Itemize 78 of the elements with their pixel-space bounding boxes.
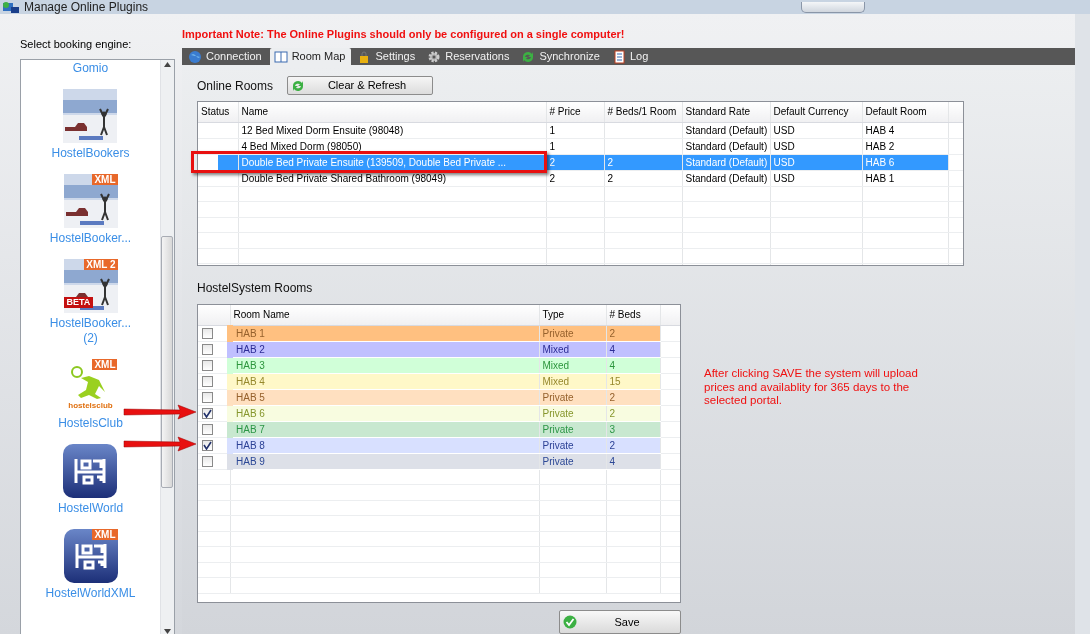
bed-icon [63, 528, 118, 583]
engine-label[interactable]: Gomio [72, 60, 109, 76]
window-title: Manage Online Plugins [24, 0, 149, 14]
scroll-up-icon[interactable] [164, 61, 171, 67]
table-cell: USD [770, 170, 862, 186]
sync-icon [291, 78, 306, 93]
checkbox[interactable] [202, 359, 213, 371]
info-text: After clicking SAVE the system will upload prices and availablity for 365 days to the selected portal. [704, 367, 919, 408]
check-icon [203, 440, 212, 450]
checkbox[interactable] [202, 455, 213, 467]
checkbox[interactable] [202, 407, 213, 419]
warning-text: Important Note: The Online Plugins should only be configured on a single computer! [182, 27, 626, 42]
beta-badge: BETA [63, 296, 94, 308]
table-cell: 2 [604, 170, 682, 186]
table-cell: 1 [546, 122, 604, 138]
tab[interactable]: Connection [184, 48, 268, 65]
table-cell: 12 Bed Mixed Dorm Ensuite (98048) [238, 122, 546, 138]
tab[interactable]: Settings [353, 48, 422, 65]
table-cell: HAB 2 [862, 138, 948, 154]
column-header: Default Room [862, 102, 948, 122]
engine-label[interactable]: HostelBooker... [49, 230, 132, 246]
table-cell: 2 [546, 170, 604, 186]
column-header: Name [238, 102, 546, 122]
xml-badge: XML [92, 528, 118, 540]
column-header: Status [198, 102, 238, 122]
table-cell: Double Bed Private Shared Bathroom (98049) [238, 170, 546, 186]
table-cell: USD [770, 122, 862, 138]
sync-icon [521, 49, 536, 64]
engine-label[interactable]: HostelWorldXML [45, 585, 136, 601]
save-button[interactable]: Save [559, 610, 681, 634]
engine-label[interactable]: HostelBookers [51, 145, 130, 161]
table-cell: HAB 1 [862, 170, 948, 186]
tab[interactable]: Log [607, 48, 655, 65]
column-header: Standard Rate [682, 102, 770, 122]
column-header: # Beds [606, 305, 660, 325]
engine-label[interactable]: HostelBooker... [49, 315, 132, 331]
tab[interactable]: Synchronize [517, 48, 606, 65]
engine-label[interactable]: HostelsClub [58, 415, 123, 431]
column-header: Default Currency [770, 102, 862, 122]
tab[interactable]: Room Map [269, 48, 352, 65]
sidebar-label: Select booking engine: [20, 37, 133, 52]
bed-icon [63, 443, 118, 498]
scroll-down-icon[interactable] [164, 628, 171, 634]
table-cell: 4 Bed Mixed Dorm (98050) [238, 138, 546, 154]
columns-icon [273, 49, 288, 64]
xml-badge: XML [92, 358, 118, 370]
table-cell: USD [770, 138, 862, 154]
table-cell: 1 [546, 138, 604, 154]
section-title: HostelSystem Rooms [197, 280, 314, 297]
logo-text: hostelsclub [68, 400, 113, 410]
tab[interactable]: Reservations [423, 48, 516, 65]
table-cell: Standard (Default) [682, 122, 770, 138]
engine-label[interactable]: HostelWorld [57, 500, 124, 516]
scroll-thumb[interactable] [161, 235, 173, 488]
table-cell: Standard (Default) [682, 138, 770, 154]
engine-label[interactable]: (2) [83, 330, 98, 346]
checkbox[interactable] [202, 343, 213, 355]
notebook-icon [611, 49, 626, 64]
checkbox[interactable] [202, 423, 213, 435]
column-header: Type [539, 305, 606, 325]
globe-icon [188, 49, 202, 64]
refresh-button[interactable]: Clear & Refresh [287, 76, 434, 95]
column-header: # Price [546, 102, 604, 122]
app-icon [2, 0, 20, 14]
checkbox[interactable] [202, 439, 213, 451]
table-cell: Standard (Default) [682, 170, 770, 186]
checkbox[interactable] [202, 391, 213, 403]
column-header: Room Name [230, 305, 539, 325]
check-icon [203, 408, 212, 418]
checkbox[interactable] [202, 327, 213, 339]
table-cell: HAB 4 [862, 122, 948, 138]
xml-badge: XML 2 [84, 258, 118, 270]
check-circle-icon [563, 615, 577, 629]
section-title: Online Rooms [197, 77, 274, 95]
checkbox[interactable] [202, 375, 213, 387]
window-buttons[interactable] [801, 1, 865, 13]
xml-badge: XML [92, 173, 118, 185]
column-header: # Beds/1 Room [604, 102, 682, 122]
